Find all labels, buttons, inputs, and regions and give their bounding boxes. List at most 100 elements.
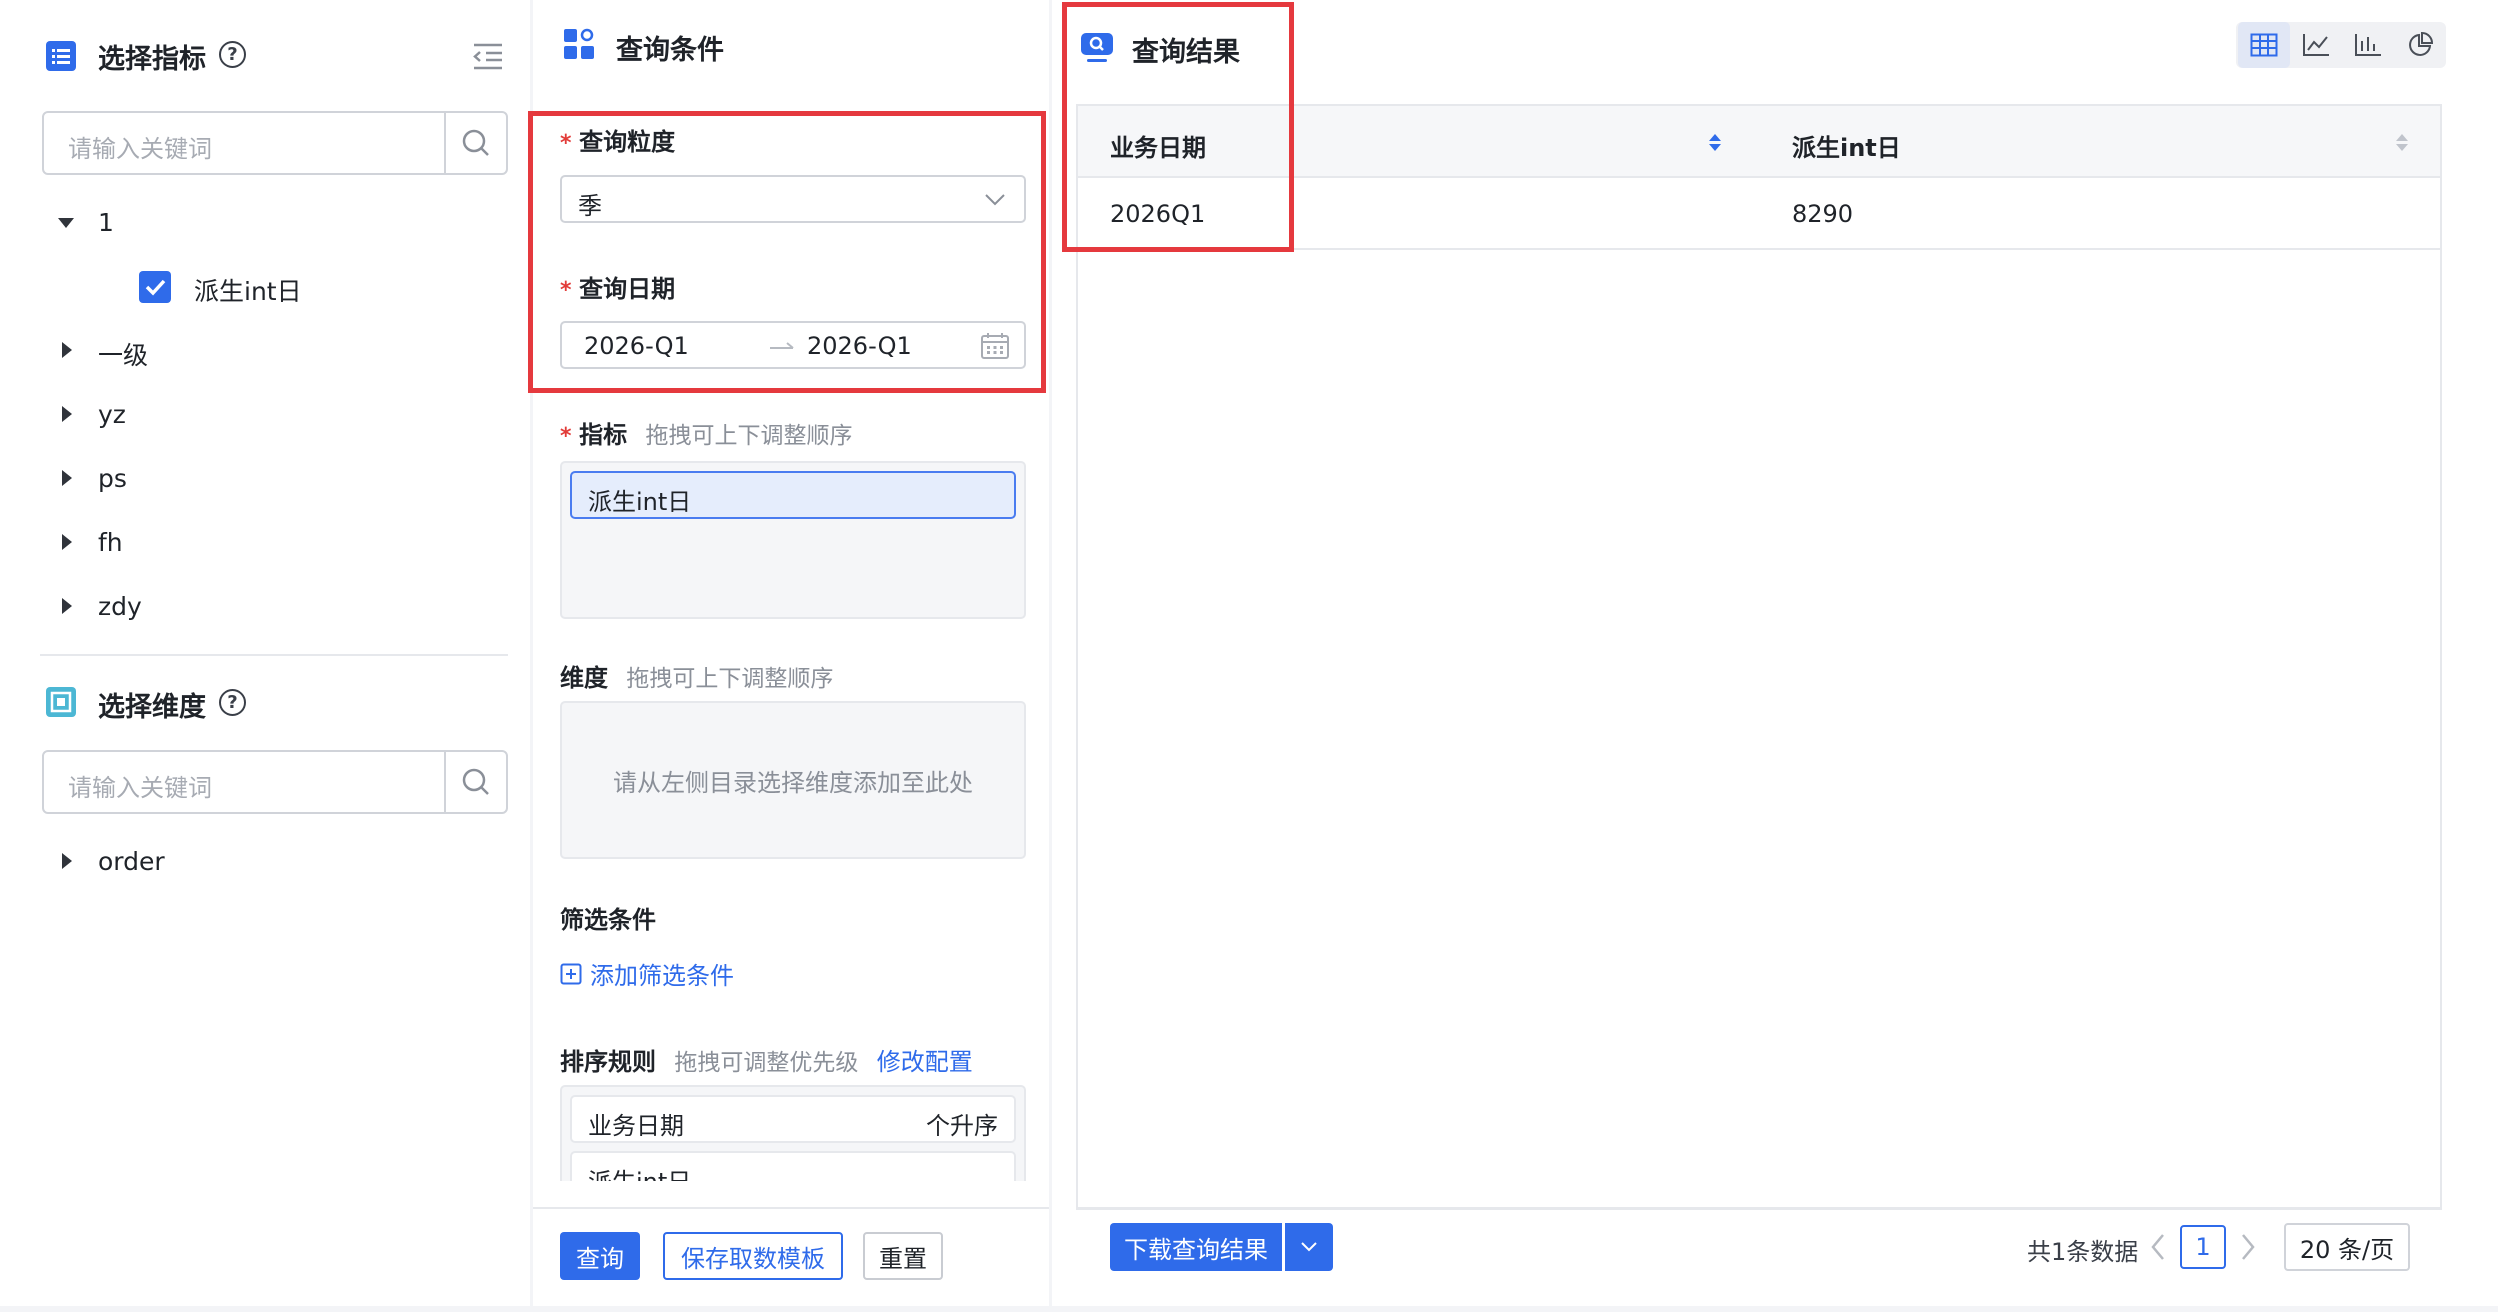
list-icon bbox=[46, 41, 76, 71]
tree-node-1[interactable]: 1 bbox=[98, 208, 114, 237]
page-size-select[interactable]: 20 条/页 bbox=[2284, 1223, 2410, 1271]
tree-node-group[interactable]: zdy bbox=[98, 592, 142, 621]
view-switcher bbox=[2236, 22, 2446, 68]
sort-label: 排序规则 拖拽可调整优先级 修改配置 bbox=[560, 1048, 973, 1076]
sort-rules-list: 业务日期 个升序 派生int日 bbox=[560, 1085, 1026, 1181]
caret-down-icon bbox=[58, 218, 74, 228]
highlight-box bbox=[1062, 2, 1294, 252]
search-icon bbox=[462, 768, 489, 795]
tree-toggle-expanded[interactable] bbox=[58, 218, 74, 228]
save-template-button[interactable]: 保存取数模板 bbox=[663, 1232, 843, 1280]
tree-node-group[interactable]: yz bbox=[98, 400, 126, 429]
chevron-down-icon bbox=[985, 194, 1005, 206]
help-icon[interactable]: ? bbox=[219, 41, 246, 68]
download-result-button[interactable]: 下载查询结果 bbox=[1110, 1223, 1282, 1271]
left-panel: 选择指标 ? 请输入关键词 1 派生int日 一级 yz ps fh zdy 选… bbox=[0, 0, 530, 1306]
search-button[interactable] bbox=[444, 113, 506, 173]
caret-right-icon bbox=[62, 406, 72, 422]
date-label: * 查询日期 bbox=[560, 275, 676, 303]
bar-chart-icon bbox=[2355, 34, 2381, 56]
sort-rule-field: 派生int日 bbox=[588, 1162, 691, 1181]
caret-right-icon bbox=[62, 470, 72, 486]
tree-toggle-collapsed[interactable] bbox=[62, 534, 72, 550]
pie-chart-icon bbox=[2409, 32, 2433, 56]
caret-right-icon bbox=[62, 534, 72, 550]
tree-toggle-collapsed[interactable] bbox=[62, 598, 72, 614]
help-icon[interactable]: ? bbox=[219, 689, 246, 716]
sort-rule-order[interactable]: 个升序 bbox=[926, 1106, 998, 1141]
dimension-icon bbox=[46, 687, 76, 717]
dimension-placeholder: 请从左侧目录选择维度添加至此处 bbox=[613, 768, 973, 797]
divider bbox=[1078, 1207, 2440, 1209]
tree-node-group[interactable]: fh bbox=[98, 528, 123, 557]
filter-label: 筛选条件 bbox=[560, 906, 656, 934]
caret-right-icon bbox=[62, 853, 72, 869]
collapse-panel-icon[interactable] bbox=[472, 42, 504, 74]
granularity-value: 季 bbox=[578, 192, 602, 220]
metric-hint: 拖拽可上下调整顺序 bbox=[645, 423, 853, 449]
metric-checkbox[interactable] bbox=[139, 271, 171, 303]
sort-icon[interactable] bbox=[1709, 134, 1721, 151]
check-icon bbox=[145, 279, 166, 296]
metric-dropzone[interactable]: 派生int日 bbox=[560, 461, 1026, 619]
sort-edit-link[interactable]: 修改配置 bbox=[877, 1048, 973, 1076]
sort-icon[interactable] bbox=[2396, 134, 2408, 151]
tree-toggle-collapsed[interactable] bbox=[62, 342, 72, 358]
table-icon bbox=[2250, 33, 2278, 57]
total-count: 共1条数据 bbox=[2027, 1238, 2139, 1266]
query-conditions-title: 查询条件 bbox=[616, 35, 724, 66]
sort-hint: 拖拽可调整优先级 bbox=[674, 1050, 859, 1076]
tree-toggle-collapsed[interactable] bbox=[62, 406, 72, 422]
metric-label: * 指标 拖拽可上下调整顺序 bbox=[560, 421, 853, 449]
tree-toggle-collapsed[interactable] bbox=[62, 470, 72, 486]
selected-metric-chip[interactable]: 派生int日 bbox=[570, 471, 1016, 519]
divider bbox=[533, 1207, 1049, 1209]
line-chart-icon bbox=[2303, 34, 2329, 56]
sort-rule-field: 业务日期 bbox=[588, 1112, 684, 1140]
query-button[interactable]: 查询 bbox=[560, 1232, 640, 1280]
divider bbox=[40, 654, 508, 656]
granularity-label: * 查询粒度 bbox=[560, 128, 676, 156]
query-conditions-icon bbox=[563, 28, 595, 64]
metrics-search-input[interactable]: 请输入关键词 bbox=[42, 111, 508, 175]
tree-node-group[interactable]: 一级 bbox=[98, 336, 148, 372]
dimension-label: 维度 拖拽可上下调整顺序 bbox=[560, 664, 834, 692]
sort-rule-row[interactable]: 派生int日 bbox=[570, 1151, 1016, 1181]
caret-right-icon bbox=[62, 598, 72, 614]
sort-rule-row[interactable]: 业务日期 个升序 bbox=[570, 1095, 1016, 1143]
date-end[interactable]: 2026-Q1 bbox=[807, 332, 912, 360]
table-view-tab[interactable] bbox=[2238, 22, 2290, 68]
tree-node-group[interactable]: ps bbox=[98, 464, 127, 493]
add-filter-label: 添加筛选条件 bbox=[590, 962, 734, 990]
right-panel: 查询结果 业务日期 派生int日 2026Q1 8290 下载查询结果 共1条数… bbox=[1052, 0, 2498, 1306]
download-options-button[interactable] bbox=[1285, 1223, 1333, 1271]
bar-view-tab[interactable] bbox=[2342, 22, 2394, 68]
search-button[interactable] bbox=[444, 752, 506, 812]
page-number-current[interactable]: 1 bbox=[2180, 1225, 2226, 1269]
date-start[interactable]: 2026-Q1 bbox=[584, 332, 689, 360]
arrow-right-icon bbox=[770, 342, 794, 349]
add-filter-button[interactable]: 添加筛选条件 bbox=[560, 956, 734, 991]
tree-toggle-collapsed[interactable] bbox=[62, 853, 72, 869]
reset-button[interactable]: 重置 bbox=[863, 1232, 943, 1280]
table-cell: 8290 bbox=[1792, 200, 1854, 228]
next-page-icon[interactable] bbox=[2240, 1233, 2256, 1261]
tree-node-dimension[interactable]: order bbox=[98, 847, 165, 876]
granularity-select[interactable]: 季 bbox=[560, 175, 1026, 223]
date-range-picker[interactable]: 2026-Q1 2026-Q1 bbox=[560, 321, 1026, 369]
search-icon bbox=[462, 129, 489, 156]
dimensions-search-input[interactable]: 请输入关键词 bbox=[42, 750, 508, 814]
dimensions-title: 选择维度 bbox=[98, 692, 206, 723]
column-header-metric[interactable]: 派生int日 bbox=[1792, 128, 1901, 163]
prev-page-icon[interactable] bbox=[2150, 1233, 2166, 1261]
pie-view-tab[interactable] bbox=[2394, 22, 2446, 68]
plus-square-icon bbox=[560, 963, 582, 984]
dimension-dropzone[interactable]: 请从左侧目录选择维度添加至此处 bbox=[560, 701, 1026, 859]
chevron-down-icon bbox=[1301, 1242, 1317, 1252]
dimension-hint: 拖拽可上下调整顺序 bbox=[626, 666, 834, 692]
tree-leaf-metric[interactable]: 派生int日 bbox=[194, 272, 302, 308]
selected-metric-label: 派生int日 bbox=[588, 488, 692, 516]
middle-panel: 查询条件 * 查询粒度 季 * 查询日期 2026-Q1 2026-Q1 * 指… bbox=[528, 0, 1049, 1306]
result-table: 业务日期 派生int日 2026Q1 8290 bbox=[1076, 104, 2442, 1210]
line-view-tab[interactable] bbox=[2290, 22, 2342, 68]
